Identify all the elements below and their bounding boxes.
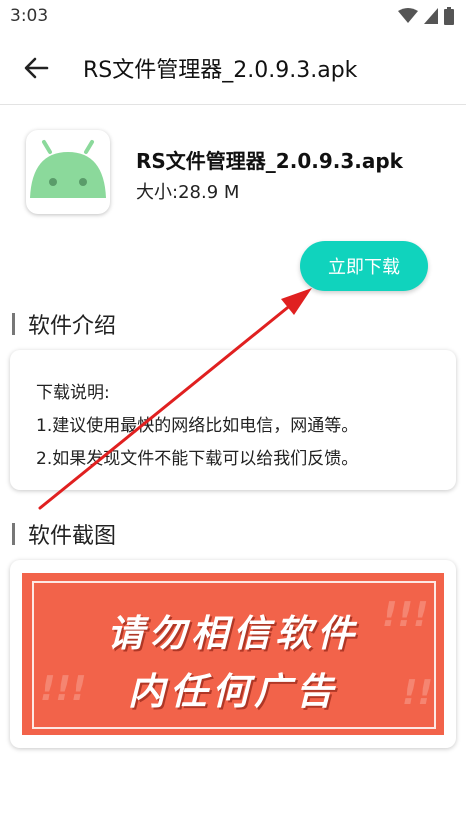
app-bar: RS文件管理器_2.0.9.3.apk [0, 32, 466, 105]
description-line: 2.如果发现文件不能下载可以给我们反馈。 [36, 449, 359, 469]
signal-icon [424, 8, 438, 24]
section-accent-bar [12, 523, 15, 545]
screenshot-text-line2: 内任何广告 [128, 670, 338, 713]
wifi-icon [398, 8, 418, 23]
battery-icon [444, 7, 454, 25]
download-now-button[interactable]: 立即下载 [300, 241, 428, 291]
section-title-screenshots: 软件截图 [28, 524, 117, 549]
status-icons [398, 6, 454, 26]
screenshot-text-line1: 请勿相信软件 [107, 612, 359, 655]
section-heading-intro: 软件介绍 [12, 310, 117, 339]
app-size: 大小:28.9 M [136, 182, 240, 203]
description-card: 下载说明: 1.建议使用最快的网络比如电信，网通等。 2.如果发现文件不能下载可… [10, 350, 456, 490]
back-arrow-icon[interactable] [22, 54, 50, 82]
app-icon [26, 130, 110, 214]
description-line: 1.建议使用最快的网络比如电信，网通等。 [36, 416, 359, 436]
android-robot-icon [30, 140, 106, 198]
status-time: 3:03 [10, 6, 49, 26]
status-bar: 3:03 [0, 0, 466, 32]
screenshot-image[interactable]: !!! !!! !! 请勿相信软件 内任何广告 [22, 573, 444, 735]
section-title-intro: 软件介绍 [28, 314, 117, 339]
page-title: RS文件管理器_2.0.9.3.apk [83, 58, 358, 83]
section-accent-bar [12, 313, 15, 335]
section-heading-screenshots: 软件截图 [12, 520, 117, 549]
description-line: 下载说明: [36, 383, 110, 403]
app-name: RS文件管理器_2.0.9.3.apk [136, 149, 403, 173]
screenshot-card: !!! !!! !! 请勿相信软件 内任何广告 [10, 560, 456, 748]
